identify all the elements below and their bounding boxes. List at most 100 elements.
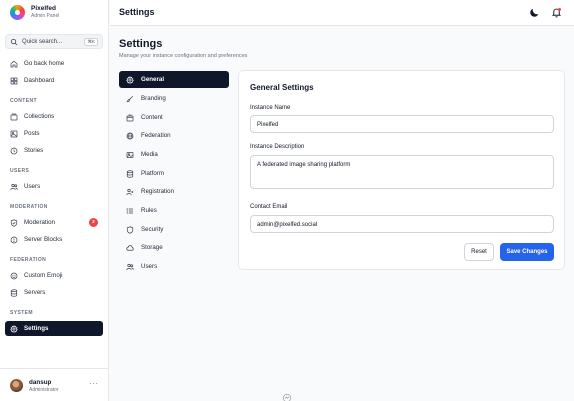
sidebar-item-users[interactable]: Users — [5, 179, 103, 194]
sidebar-item-server-blocks[interactable]: Server Blocks — [5, 232, 103, 247]
user-profile[interactable]: dansup Administrator ··· — [0, 368, 109, 401]
block-icon — [10, 236, 18, 243]
settings-nav-label: Users — [141, 263, 158, 270]
globe-icon — [126, 132, 134, 139]
settings-nav-label: Rules — [141, 207, 157, 214]
settings-nav-storage[interactable]: Storage — [119, 239, 229, 256]
sidebar-item-label: Users — [24, 183, 41, 190]
sidebar-item-label: Dashboard — [24, 77, 55, 84]
search-icon — [10, 38, 18, 45]
sidebar-item-stories[interactable]: Stories — [5, 143, 103, 158]
pixelfed-footer-icon — [282, 393, 292, 401]
settings-nav-general[interactable]: General — [119, 71, 229, 88]
section-content-title: CONTENT — [10, 98, 37, 104]
contact-email-input[interactable]: admin@pixelfed.social — [250, 215, 554, 233]
stories-icon — [10, 147, 18, 154]
sidebar-item-posts[interactable]: Posts — [5, 126, 103, 141]
sidebar-item-moderation[interactable]: Moderation 2 — [5, 215, 103, 230]
instance-name-input[interactable]: Pixelfed — [250, 115, 554, 133]
search-shortcut: ⌘K — [84, 37, 98, 46]
instance-description-textarea[interactable]: A federated image sharing platform — [250, 155, 554, 189]
settings-nav-security[interactable]: Security — [119, 221, 229, 238]
gear-icon — [10, 324, 18, 333]
sidebar-item-label: Custom Emoji — [24, 272, 63, 279]
sidebar-item-label: Stories — [24, 147, 44, 154]
users-icon — [10, 183, 18, 190]
sidebar-item-label: Servers — [24, 289, 46, 296]
settings-nav-branding[interactable]: Branding — [119, 90, 229, 107]
sidebar-item-label: Go back home — [24, 60, 65, 67]
cloud-icon — [126, 244, 134, 251]
general-settings-card: General Settings Instance Name Pixelfed … — [238, 70, 565, 270]
sidebar-item-label: Server Blocks — [24, 236, 63, 243]
user-plus-icon — [126, 188, 134, 195]
moon-icon[interactable] — [529, 7, 540, 18]
settings-nav-label: Media — [141, 151, 158, 158]
dashboard-icon — [10, 77, 18, 84]
instance-name-label: Instance Name — [250, 105, 291, 111]
posts-icon — [10, 130, 18, 137]
settings-nav-rules[interactable]: Rules — [119, 202, 229, 219]
topbar: Settings — [110, 0, 574, 26]
brand-subtitle: Admin Panel — [31, 13, 60, 19]
media-icon — [126, 151, 134, 158]
settings-nav-content[interactable]: Content — [119, 109, 229, 126]
quick-search[interactable]: Quick search... ⌘K — [5, 34, 103, 49]
section-system-title: SYSTEM — [10, 310, 33, 316]
brand-name: Pixelfed — [31, 5, 56, 12]
shield-icon — [10, 218, 18, 227]
sidebar: Pixelfed Admin Panel Quick search... ⌘K … — [0, 0, 109, 401]
settings-nav-label: Storage — [141, 244, 163, 251]
sidebar-item-label: Moderation — [24, 219, 55, 226]
notification-dot — [558, 8, 561, 11]
sidebar-item-settings[interactable]: Settings — [5, 321, 103, 336]
shield-icon — [126, 225, 134, 234]
more-options-icon[interactable]: ··· — [89, 379, 99, 388]
page-subtitle: Manage your instance configuration and p… — [119, 53, 248, 59]
servers-icon — [10, 288, 18, 297]
sidebar-item-label: Collections — [24, 113, 55, 120]
home-icon — [10, 60, 18, 67]
settings-nav-users[interactable]: Users — [119, 258, 229, 275]
settings-nav-label: Registration — [141, 188, 175, 195]
card-title: General Settings — [250, 83, 314, 92]
settings-nav-label: Platform — [141, 170, 165, 177]
sidebar-item-custom-emoji[interactable]: Custom Emoji — [5, 268, 103, 283]
settings-nav-label: Branding — [141, 95, 166, 102]
settings-nav-media[interactable]: Media — [119, 146, 229, 163]
settings-nav-label: Content — [141, 114, 163, 121]
settings-nav-registration[interactable]: Registration — [119, 183, 229, 200]
sidebar-item-dashboard[interactable]: Dashboard — [5, 73, 103, 88]
instance-description-label: Instance Description — [250, 144, 305, 150]
reset-button[interactable]: Reset — [464, 243, 494, 261]
page-title: Settings — [119, 38, 163, 50]
emoji-icon — [10, 272, 18, 279]
user-name: dansup — [29, 379, 52, 386]
sidebar-item-collections[interactable]: Collections — [5, 109, 103, 124]
collections-icon — [10, 113, 18, 120]
settings-nav-platform[interactable]: Platform — [119, 165, 229, 182]
search-placeholder: Quick search... — [22, 38, 63, 45]
users-icon — [126, 263, 134, 270]
moderation-count-badge: 2 — [89, 218, 98, 227]
section-moderation-title: MODERATION — [10, 204, 48, 210]
gear-icon — [126, 75, 134, 84]
topbar-title: Settings — [119, 7, 155, 17]
section-users-title: USERS — [10, 168, 30, 174]
sidebar-item-go-back-home[interactable]: Go back home — [5, 56, 103, 71]
settings-nav-label: General — [141, 76, 165, 83]
avatar[interactable] — [10, 379, 23, 392]
pixelfed-logo-icon — [10, 5, 25, 20]
database-icon — [126, 169, 134, 178]
sidebar-item-label: Posts — [24, 130, 40, 137]
brand[interactable]: Pixelfed Admin Panel — [10, 5, 59, 20]
sidebar-item-servers[interactable]: Servers — [5, 285, 103, 300]
settings-nav-federation[interactable]: Federation — [119, 127, 229, 144]
section-federation-title: FEDERATION — [10, 257, 47, 263]
content-icon — [126, 114, 134, 121]
sidebar-item-label: Settings — [24, 325, 49, 332]
brush-icon — [126, 95, 133, 102]
list-icon — [126, 207, 133, 214]
save-changes-button[interactable]: Save Changes — [500, 243, 554, 261]
settings-nav-label: Security — [141, 226, 164, 233]
